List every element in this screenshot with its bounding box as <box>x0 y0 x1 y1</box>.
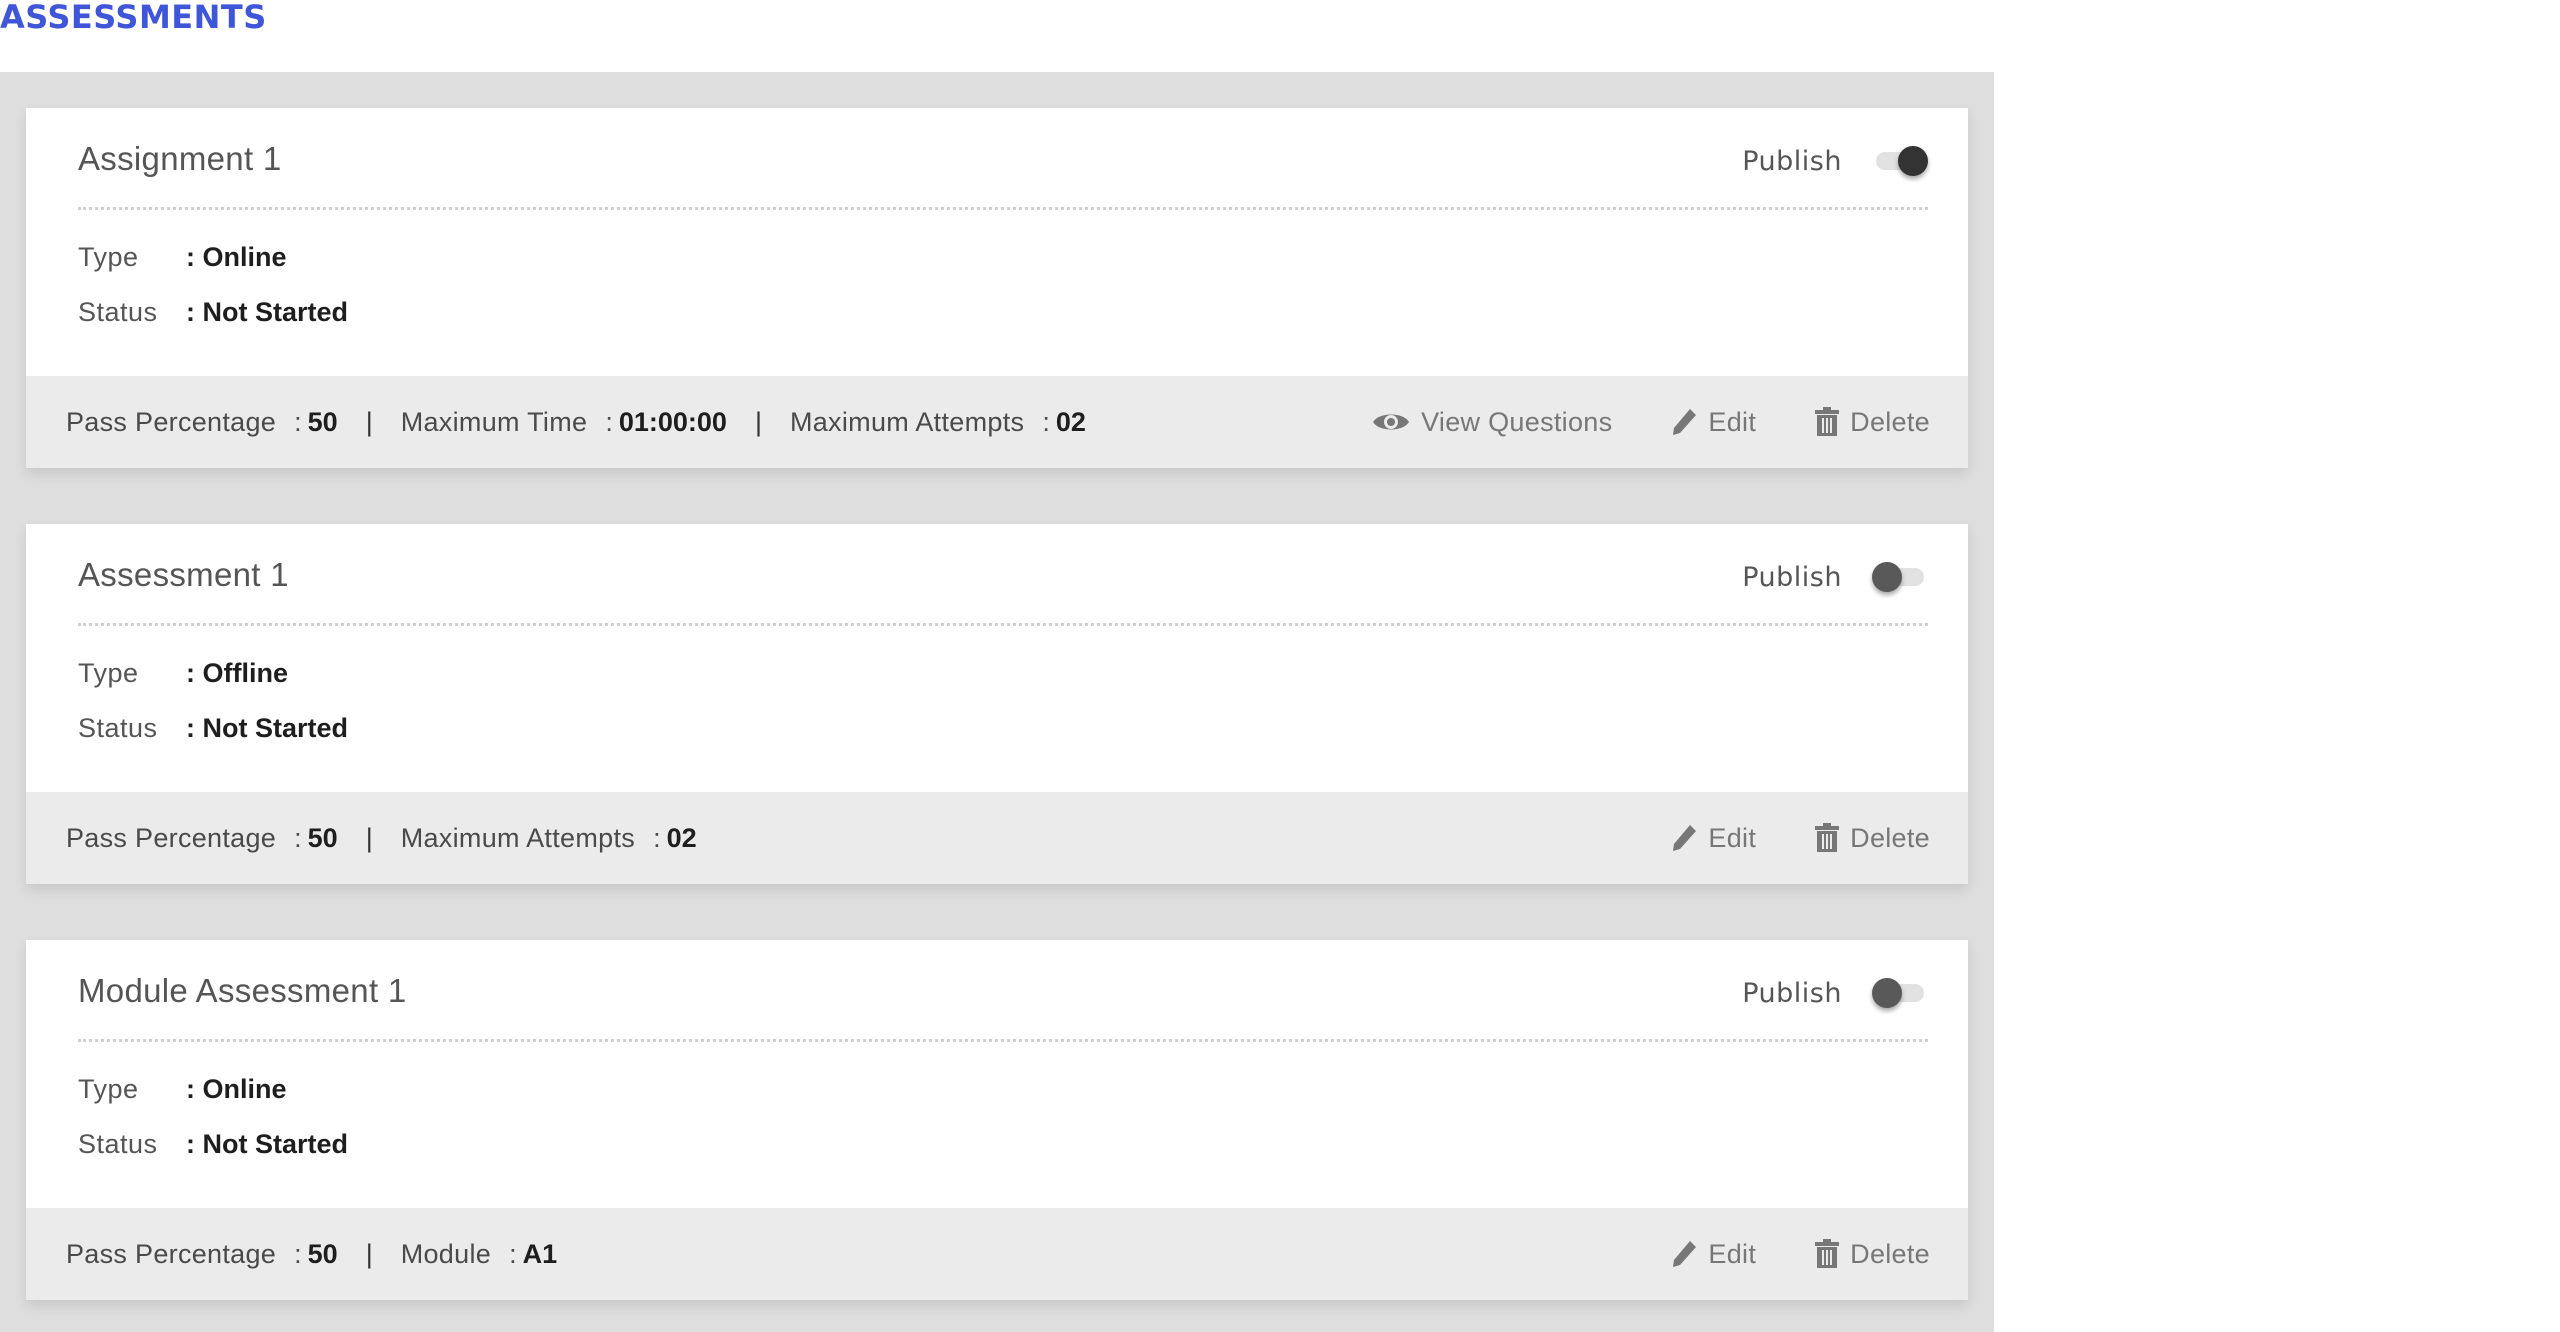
trash-icon <box>1814 1239 1840 1269</box>
module-value: A1 <box>522 1238 558 1269</box>
eye-icon <box>1371 409 1411 435</box>
maximum-attempts-value: 02 <box>666 822 697 853</box>
type-label: Type <box>78 658 139 688</box>
dotted-divider <box>78 1039 1928 1042</box>
card-footer: Pass Percentage:50 | Module: A1 Edit Dele… <box>26 1208 1968 1300</box>
view-questions-label: View Questions <box>1421 406 1613 437</box>
publish-control: Publish <box>1742 560 1928 594</box>
type-label: Type <box>78 1074 139 1104</box>
edit-label: Edit <box>1708 822 1757 853</box>
pass-percentage-value: 50 <box>307 822 338 853</box>
card-title: Assessment 1 <box>78 556 289 593</box>
card-footer: Pass Percentage:50 | Maximum Attempts:02… <box>26 792 1968 884</box>
publish-control: Publish <box>1742 976 1928 1010</box>
toggle-knob <box>1872 978 1902 1008</box>
pass-percentage-value: 50 <box>307 406 338 437</box>
separator: | <box>754 406 762 437</box>
pencil-icon <box>1670 823 1698 853</box>
delete-button[interactable]: Delete <box>1814 823 1930 854</box>
delete-label: Delete <box>1850 822 1930 853</box>
status-label: Status <box>78 297 158 327</box>
edit-button[interactable]: Edit <box>1670 1239 1756 1270</box>
card-footer: Pass Percentage:50 | Maximum Time:01:00:… <box>26 376 1968 468</box>
pass-percentage-label: Pass Percentage <box>66 406 277 437</box>
type-label: Type <box>78 242 139 272</box>
card-title: Assignment 1 <box>78 140 282 177</box>
assessment-card: Assessment 1 Publish Type : Offline Statu… <box>26 524 1968 884</box>
card-actions: View Questions Edit Delete <box>1371 407 1930 438</box>
publish-toggle[interactable] <box>1872 560 1928 594</box>
meta-info: Pass Percentage:50 | Module: A1 <box>66 1238 558 1269</box>
type-row: Type : Offline <box>78 658 288 689</box>
maximum-time-value: 01:00:00 <box>618 406 727 437</box>
status-value: : Not Started <box>186 297 348 327</box>
status-value: : Not Started <box>186 1129 348 1159</box>
edit-label: Edit <box>1708 406 1757 437</box>
status-row: Status : Not Started <box>78 713 348 744</box>
publish-toggle[interactable] <box>1872 144 1928 178</box>
pencil-icon <box>1670 1239 1698 1269</box>
separator: | <box>365 406 373 437</box>
publish-label: Publish <box>1742 561 1842 593</box>
pass-percentage-value: 50 <box>307 1238 338 1269</box>
separator: | <box>365 822 373 853</box>
card-actions: Edit Delete <box>1670 1239 1930 1270</box>
status-label: Status <box>78 1129 158 1159</box>
publish-label: Publish <box>1742 145 1842 177</box>
assessment-card: Module Assessment 1 Publish Type : Online… <box>26 940 1968 1300</box>
dotted-divider <box>78 207 1928 210</box>
meta-info: Pass Percentage:50 | Maximum Time:01:00:… <box>66 406 1086 437</box>
dotted-divider <box>78 623 1928 626</box>
meta-info: Pass Percentage:50 | Maximum Attempts:02 <box>66 822 697 853</box>
maximum-time-label: Maximum Time <box>400 406 588 437</box>
separator: | <box>365 1238 373 1269</box>
delete-button[interactable]: Delete <box>1814 1239 1930 1270</box>
card-actions: Edit Delete <box>1670 823 1930 854</box>
maximum-attempts-label: Maximum Attempts <box>789 406 1025 437</box>
status-row: Status : Not Started <box>78 297 348 328</box>
type-value: : Online <box>186 242 287 272</box>
assessments-list: Assignment 1 Publish Type : Online Status… <box>0 72 1994 1332</box>
card-header: Assessment 1 Publish Type : Offline Statu… <box>26 524 1968 792</box>
type-value: : Offline <box>186 658 288 688</box>
maximum-attempts-label: Maximum Attempts <box>400 822 636 853</box>
publish-control: Publish <box>1742 144 1928 178</box>
type-value: : Online <box>186 1074 287 1104</box>
toggle-knob <box>1898 146 1928 176</box>
status-label: Status <box>78 713 158 743</box>
trash-icon <box>1814 823 1840 853</box>
card-header: Assignment 1 Publish Type : Online Status… <box>26 108 1968 376</box>
edit-button[interactable]: Edit <box>1670 407 1756 438</box>
module-label: Module <box>400 1238 492 1269</box>
page-title: ASSESSMENTS <box>0 0 267 36</box>
card-title: Module Assessment 1 <box>78 972 407 1009</box>
pass-percentage-label: Pass Percentage <box>66 1238 277 1269</box>
pencil-icon <box>1670 407 1698 437</box>
type-row: Type : Online <box>78 1074 287 1105</box>
edit-button[interactable]: Edit <box>1670 823 1756 854</box>
status-value: : Not Started <box>186 713 348 743</box>
maximum-attempts-value: 02 <box>1055 406 1086 437</box>
view-questions-button[interactable]: View Questions <box>1371 407 1612 438</box>
edit-label: Edit <box>1708 1238 1757 1269</box>
type-row: Type : Online <box>78 242 287 273</box>
delete-label: Delete <box>1850 1238 1930 1269</box>
status-row: Status : Not Started <box>78 1129 348 1160</box>
toggle-knob <box>1872 562 1902 592</box>
card-header: Module Assessment 1 Publish Type : Online… <box>26 940 1968 1208</box>
delete-label: Delete <box>1850 406 1930 437</box>
assessment-card: Assignment 1 Publish Type : Online Status… <box>26 108 1968 468</box>
trash-icon <box>1814 407 1840 437</box>
delete-button[interactable]: Delete <box>1814 407 1930 438</box>
publish-toggle[interactable] <box>1872 976 1928 1010</box>
pass-percentage-label: Pass Percentage <box>66 822 277 853</box>
publish-label: Publish <box>1742 977 1842 1009</box>
